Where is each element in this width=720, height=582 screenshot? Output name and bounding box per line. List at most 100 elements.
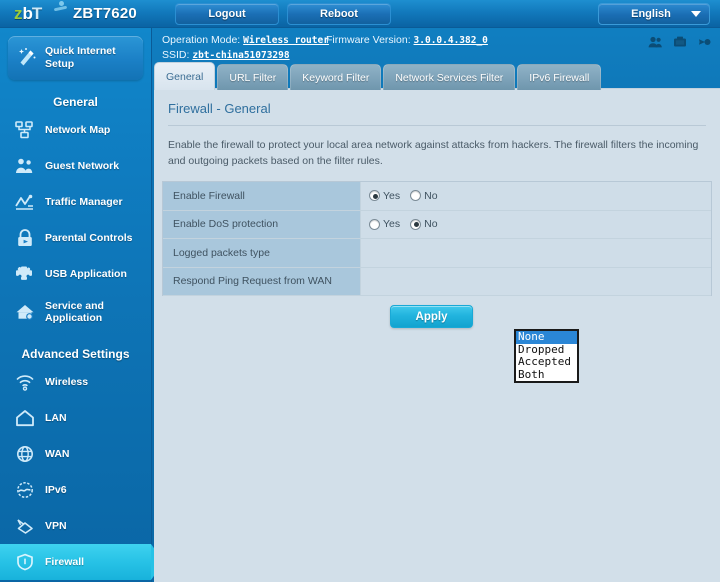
language-selector[interactable]: English — [598, 3, 710, 25]
tab-url-filter[interactable]: URL Filter — [217, 64, 289, 90]
globe-icon — [14, 443, 36, 465]
dos-protection-yes-option[interactable]: Yes — [369, 218, 400, 230]
enable-firewall-no-option[interactable]: No — [410, 189, 438, 202]
logo-antenna-icon — [53, 5, 68, 12]
router-admin-page: z b T ZBT7620 Logout Reboot English Oper… — [0, 0, 720, 582]
tab-keyword-filter[interactable]: Keyword Filter — [290, 64, 382, 90]
firmware-label: Firmware Version: — [326, 34, 411, 46]
main-content-panel: Firewall - General Enable the firewall t… — [154, 88, 720, 582]
sidebar-item-firewall[interactable]: Firewall — [0, 544, 164, 580]
sidebar-label-wan: WAN — [45, 448, 70, 460]
firmware-value[interactable]: 3.0.0.4.382_0 — [414, 35, 488, 46]
dropdown-option-both[interactable]: Both — [516, 368, 577, 382]
row-value-logged-packets-type — [361, 239, 711, 267]
logo-signal-dot-icon — [59, 1, 64, 6]
reboot-button[interactable]: Reboot — [287, 3, 391, 25]
top-banner: z b T ZBT7620 Logout Reboot English — [0, 0, 720, 28]
sidebar-label-service-application: Service and Application — [45, 300, 104, 324]
row-value-enable-dos-protection: Yes No — [361, 211, 711, 239]
ipv6-icon — [14, 479, 36, 501]
sidebar-item-vpn[interactable]: VPN — [0, 508, 151, 544]
row-label-enable-dos-protection: Enable DoS protection — [163, 210, 361, 238]
enable-firewall-yes-option[interactable]: Yes — [369, 190, 400, 202]
sidebar-item-ipv6[interactable]: IPv6 — [0, 472, 151, 508]
lock-icon — [14, 227, 36, 249]
radio-button-icon[interactable] — [410, 190, 422, 202]
row-label-enable-firewall: Enable Firewall — [163, 182, 361, 210]
logged-packets-type-dropdown-list[interactable]: None Dropped Accepted Both — [514, 329, 579, 383]
clients-icon[interactable] — [648, 36, 662, 51]
chevron-down-icon — [691, 11, 701, 17]
status-icon-group — [648, 36, 712, 51]
sidebar-label-lan: LAN — [45, 412, 67, 424]
radio-button-icon[interactable] — [369, 218, 380, 230]
sidebar-label-firewall: Firewall — [45, 556, 85, 568]
link-status-icon[interactable] — [698, 36, 712, 51]
sidebar-navigation: Quick Internet Setup General Network Map — [0, 28, 164, 582]
dos-protection-no-label: No — [424, 218, 438, 231]
network-map-icon — [14, 119, 36, 141]
tab-ipv6-firewall[interactable]: IPv6 Firewall — [517, 64, 602, 90]
table-row: Respond Ping Request from WAN — [163, 267, 711, 296]
table-row: Enable Firewall Yes No — [163, 182, 711, 211]
sidebar-label-vpn: VPN — [45, 520, 67, 532]
firmware-info: Firmware Version: 3.0.0.4.382_0 — [326, 34, 488, 46]
page-title: Firewall - General — [168, 101, 271, 116]
dos-protection-no-option[interactable]: No — [410, 218, 438, 231]
enable-firewall-no-label: No — [424, 189, 438, 202]
sidebar-item-usb-application[interactable]: USB Application — [0, 256, 151, 292]
shield-icon — [14, 551, 36, 573]
row-label-respond-ping-request-from-wan: Respond Ping Request from WAN — [163, 267, 361, 295]
guest-network-icon — [14, 155, 36, 177]
traffic-manager-icon — [14, 191, 36, 213]
language-selector-value: English — [631, 8, 671, 20]
sidebar-item-traffic-manager[interactable]: Traffic Manager — [0, 184, 151, 220]
table-row: Enable DoS protection Yes No — [163, 210, 711, 239]
table-row: Logged packets type — [163, 239, 711, 268]
sidebar-item-guest-network[interactable]: Guest Network — [0, 148, 151, 184]
ssid-value[interactable]: zbt-china51073298 — [192, 50, 289, 61]
sidebar-item-parental-controls[interactable]: Parental Controls — [0, 220, 151, 256]
logo-letter-z: z — [14, 4, 23, 23]
sidebar-item-wan[interactable]: WAN — [0, 436, 151, 472]
zbt-logo-mark: z b T — [14, 1, 68, 24]
firewall-settings-table: Enable Firewall Yes No Enable DoS protec… — [162, 181, 712, 296]
quick-internet-setup-button[interactable]: Quick Internet Setup — [8, 36, 143, 80]
device-info-bar: Operation Mode: Wireless router Firmware… — [160, 32, 720, 62]
radio-button-selected-icon[interactable] — [369, 190, 380, 202]
tab-network-services-filter[interactable]: Network Services Filter — [383, 64, 516, 90]
logout-button[interactable]: Logout — [175, 3, 279, 25]
dos-protection-yes-label: Yes — [383, 218, 401, 231]
enable-firewall-yes-label: Yes — [383, 189, 401, 202]
magic-wand-icon — [16, 47, 38, 69]
operation-mode-value[interactable]: Wireless router — [243, 35, 329, 46]
radio-button-selected-icon[interactable] — [410, 218, 422, 230]
brand-logo: z b T ZBT7620 — [14, 1, 137, 24]
firewall-tab-bar: General URL Filter Keyword Filter Networ… — [154, 62, 602, 90]
apply-button[interactable]: Apply — [390, 305, 473, 328]
sidebar-section-general: General — [53, 95, 98, 109]
puzzle-piece-icon — [14, 263, 36, 285]
tab-general[interactable]: General — [154, 62, 216, 90]
vpn-icon — [14, 515, 36, 537]
usb-device-icon[interactable] — [673, 36, 687, 51]
sidebar-label-guest-network: Guest Network — [45, 160, 120, 172]
dropdown-option-none[interactable]: None — [516, 330, 577, 344]
row-label-logged-packets-type: Logged packets type — [163, 239, 361, 267]
quick-internet-setup-label: Quick Internet Setup — [45, 45, 116, 70]
sidebar-section-advanced-settings: Advanced Settings — [21, 347, 130, 361]
sidebar-item-service-application[interactable]: Service and Application — [0, 292, 151, 332]
sidebar-label-wireless: Wireless — [45, 376, 89, 388]
sidebar-label-parental-controls: Parental Controls — [45, 232, 133, 244]
sidebar-item-wireless[interactable]: Wireless — [0, 364, 151, 400]
ssid-label: SSID: — [162, 49, 190, 61]
ssid-info: SSID: zbt-china51073298 — [162, 49, 290, 61]
wireless-icon — [14, 371, 36, 393]
enable-firewall-radio-group: Yes No — [369, 190, 438, 202]
dropdown-option-accepted[interactable]: Accepted — [516, 355, 577, 369]
sidebar-item-lan[interactable]: LAN — [0, 400, 151, 436]
service-application-icon — [14, 301, 36, 323]
logo-letter-t: T — [31, 4, 43, 23]
sidebar-item-network-map[interactable]: Network Map — [0, 112, 151, 148]
title-divider — [168, 125, 706, 126]
